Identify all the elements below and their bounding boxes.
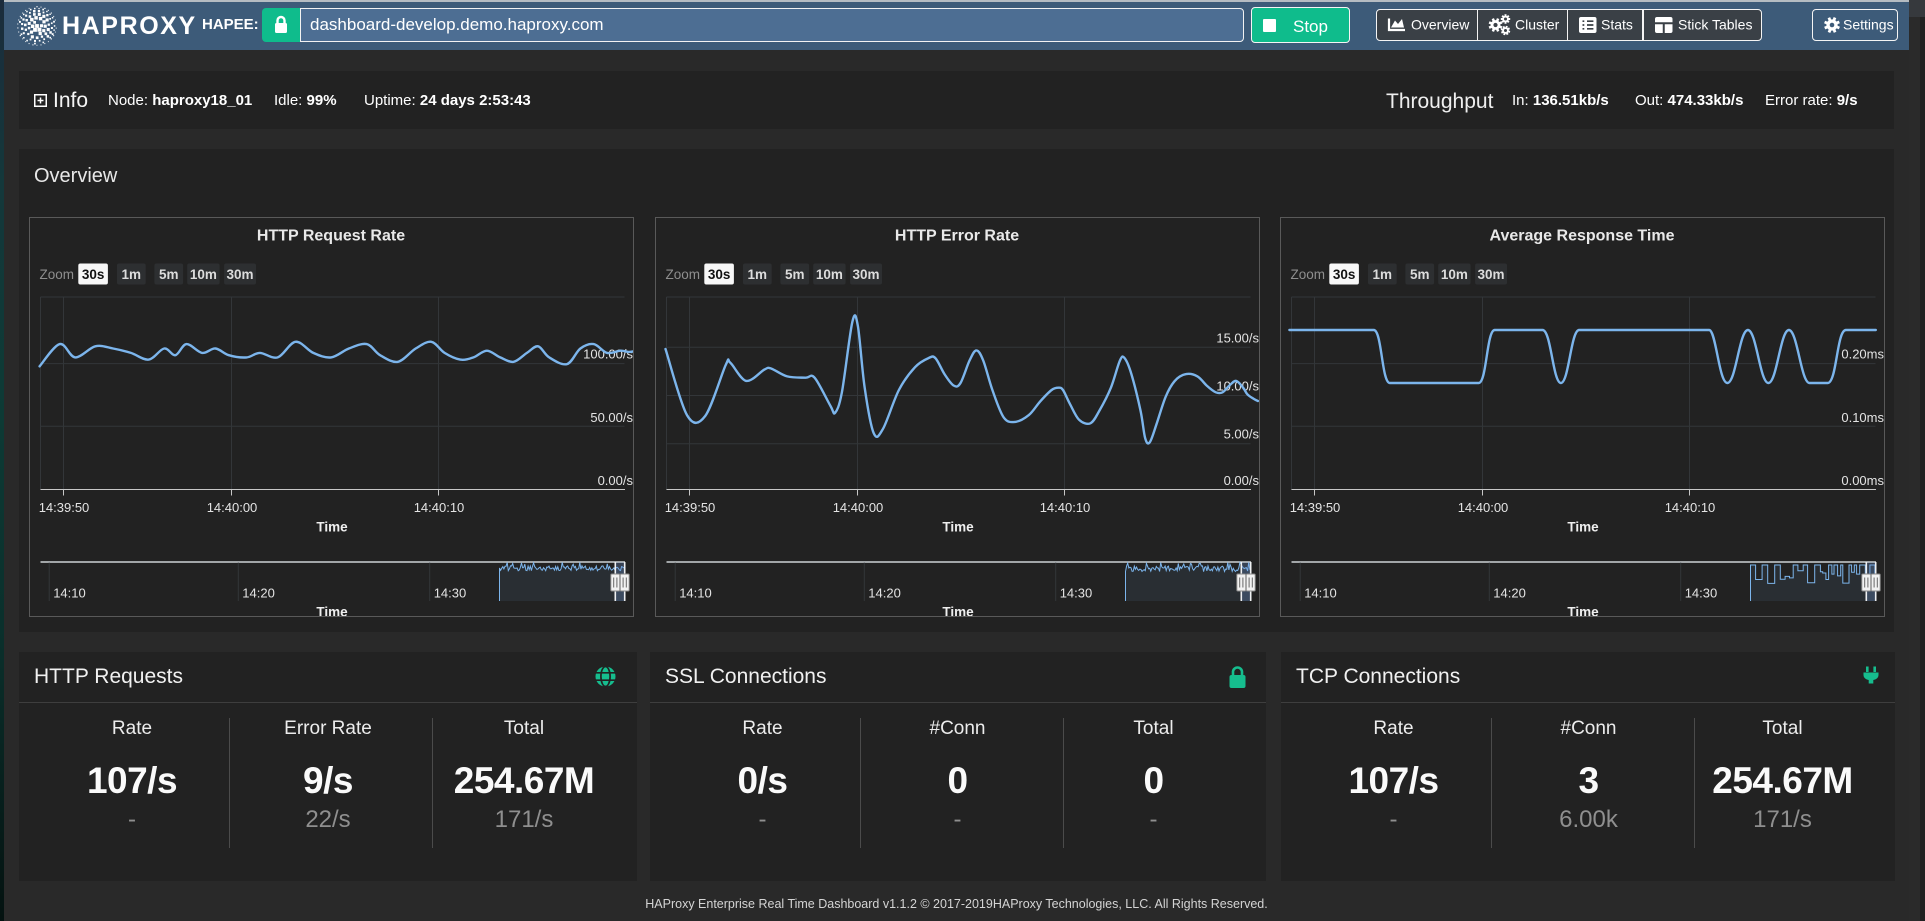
svg-text:14:39:50: 14:39:50 [1289, 500, 1340, 515]
svg-text:14:10: 14:10 [1304, 586, 1337, 601]
svg-text:14:39:50: 14:39:50 [38, 500, 89, 515]
svg-text:Cluster: Cluster [1515, 17, 1560, 33]
svg-text:50.00/s: 50.00/s [590, 410, 633, 425]
svg-text:Time: Time [316, 520, 348, 535]
svg-text:Settings: Settings [1843, 17, 1894, 33]
svg-text:5m: 5m [785, 267, 805, 282]
svg-text:Stick Tables: Stick Tables [1678, 17, 1752, 33]
svg-text:5.00/s: 5.00/s [1223, 427, 1258, 442]
svg-text:30m: 30m [1477, 267, 1504, 282]
svg-text:15.00/s: 15.00/s [1216, 330, 1259, 345]
svg-text:14:40:00: 14:40:00 [206, 500, 257, 515]
svg-text:30s: 30s [81, 267, 104, 282]
svg-text:1m: 1m [747, 267, 767, 282]
svg-text:14:30: 14:30 [1059, 586, 1092, 601]
svg-text:Stop: Stop [1293, 17, 1328, 36]
svg-text:10m: 10m [815, 267, 842, 282]
svg-text:Stats: Stats [1601, 17, 1633, 33]
svg-text:0.20ms: 0.20ms [1841, 347, 1884, 362]
svg-text:0.10ms: 0.10ms [1841, 410, 1884, 425]
svg-text:HTTP Error Rate: HTTP Error Rate [894, 228, 1018, 245]
svg-text:14:10: 14:10 [679, 586, 712, 601]
svg-text:Overview: Overview [1411, 17, 1470, 33]
svg-text:30s: 30s [707, 267, 730, 282]
svg-text:14:20: 14:20 [242, 586, 275, 601]
svg-text:Time: Time [942, 605, 974, 617]
svg-text:10m: 10m [1441, 267, 1468, 282]
svg-text:5m: 5m [159, 267, 179, 282]
svg-text:5m: 5m [1410, 267, 1430, 282]
svg-text:Time: Time [316, 605, 348, 617]
svg-text:Time: Time [942, 520, 974, 535]
svg-text:14:30: 14:30 [1684, 586, 1717, 601]
svg-text:14:39:50: 14:39:50 [664, 500, 715, 515]
svg-text:14:20: 14:20 [868, 586, 901, 601]
svg-text:0.00/s: 0.00/s [1223, 473, 1258, 488]
svg-text:14:30: 14:30 [433, 586, 466, 601]
svg-text:Zoom: Zoom [665, 267, 700, 282]
svg-text:14:20: 14:20 [1493, 586, 1526, 601]
svg-text:Zoom: Zoom [1290, 267, 1325, 282]
svg-text:14:10: 14:10 [53, 586, 86, 601]
svg-text:Time: Time [1567, 605, 1599, 617]
svg-text:Zoom: Zoom [39, 267, 74, 282]
svg-text:Time: Time [1567, 520, 1599, 535]
svg-text:0.00/s: 0.00/s [597, 473, 632, 488]
svg-text:0.00ms: 0.00ms [1841, 473, 1884, 488]
svg-text:14:40:10: 14:40:10 [1664, 500, 1715, 515]
svg-text:14:40:00: 14:40:00 [1457, 500, 1508, 515]
svg-text:30s: 30s [1333, 267, 1356, 282]
svg-text:14:40:10: 14:40:10 [413, 500, 464, 515]
svg-text:1m: 1m [1372, 267, 1392, 282]
svg-text:30m: 30m [852, 267, 879, 282]
svg-text:14:40:10: 14:40:10 [1039, 500, 1090, 515]
svg-text:14:40:00: 14:40:00 [832, 500, 883, 515]
svg-text:10m: 10m [189, 267, 216, 282]
svg-text:HTTP Request Rate: HTTP Request Rate [256, 228, 404, 245]
svg-text:30m: 30m [226, 267, 253, 282]
svg-text:1m: 1m [121, 267, 141, 282]
svg-text:Average Response Time: Average Response Time [1489, 228, 1674, 245]
